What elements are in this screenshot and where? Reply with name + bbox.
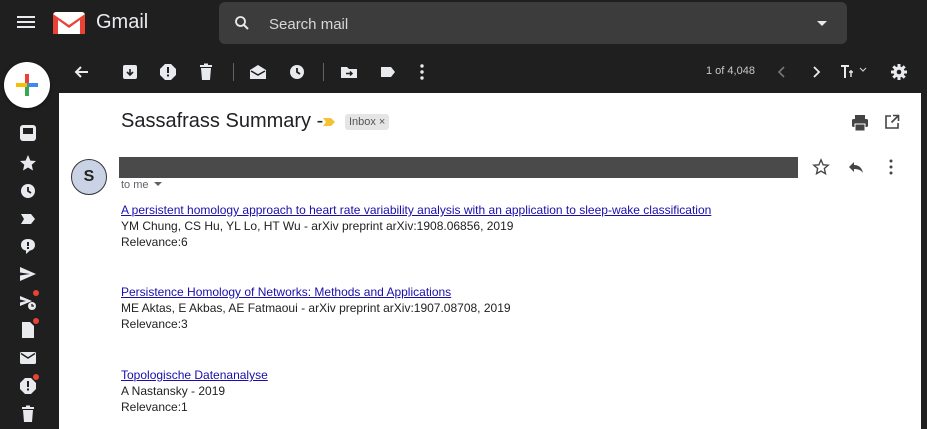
inbox-label-chip[interactable]: Inbox × xyxy=(345,114,390,130)
open-in-new-window-icon[interactable] xyxy=(884,114,900,130)
email-subject: Sassafrass Summary - xyxy=(121,110,324,132)
sidebar-item-important[interactable] xyxy=(18,209,38,229)
brand-name[interactable]: Gmail xyxy=(96,11,148,34)
star-icon xyxy=(20,155,36,171)
delete-icon xyxy=(200,63,212,80)
next-icon xyxy=(813,66,821,78)
sidebar-item-drafts[interactable] xyxy=(18,318,39,340)
inbox-chip-label: Inbox xyxy=(349,116,376,128)
settings-button[interactable] xyxy=(889,62,909,82)
main-menu-icon[interactable] xyxy=(17,13,37,35)
sender-avatar[interactable]: S xyxy=(71,159,107,195)
older-button[interactable] xyxy=(806,62,826,82)
search-bar[interactable] xyxy=(219,2,847,44)
result-title-link[interactable]: A persistent homology approach to heart … xyxy=(121,202,711,218)
print-icon[interactable] xyxy=(851,114,869,132)
reply-icon[interactable] xyxy=(847,159,865,175)
back-arrow-icon xyxy=(74,66,88,78)
gmail-logo-icon[interactable] xyxy=(52,10,86,36)
archive-button[interactable] xyxy=(120,62,140,82)
pager-count: 1 of 4,048 xyxy=(706,65,755,77)
result-authors: A Nastansky - 2019 xyxy=(121,384,226,398)
importance-marker-icon[interactable] xyxy=(322,117,336,127)
recipient-details[interactable]: to me xyxy=(121,179,162,191)
result-relevance: Relevance:3 xyxy=(121,317,188,331)
search-options-dropdown-icon[interactable] xyxy=(817,21,827,26)
result-relevance: Relevance:1 xyxy=(121,400,188,414)
result-authors: YM Chung, CS Hu, YL Lo, HT Wu - arXiv pr… xyxy=(121,219,514,233)
input-tools-icon xyxy=(841,65,867,78)
notification-dot xyxy=(33,290,39,296)
sender-name-redacted xyxy=(119,157,798,178)
message-pane: Sassafrass Summary - Inbox × S to me A pe… xyxy=(59,93,921,429)
search-result: Topologische Datenanalyse A Nastansky - … xyxy=(121,367,268,415)
label-icon xyxy=(381,67,395,77)
result-title-link[interactable]: Topologische Datenanalyse xyxy=(121,367,268,383)
more-vert-icon xyxy=(420,64,424,80)
mail-icon xyxy=(20,352,36,364)
snooze-icon xyxy=(290,65,304,79)
compose-button[interactable] xyxy=(4,62,50,108)
sidebar-item-inbox[interactable] xyxy=(13,121,43,145)
toolbar-divider xyxy=(233,63,234,81)
search-result: Persistence Homology of Networks: Method… xyxy=(121,284,511,332)
to-line: to me xyxy=(121,179,149,191)
sidebar-item-snoozed[interactable] xyxy=(18,181,38,201)
sidebar-item-spam[interactable] xyxy=(18,374,39,396)
remove-label-icon[interactable]: × xyxy=(379,116,385,128)
archive-icon xyxy=(123,65,137,79)
settings-icon xyxy=(891,64,907,80)
sidebar-item-sent[interactable] xyxy=(18,264,38,284)
search-icon[interactable] xyxy=(233,14,251,32)
report-spam-icon xyxy=(160,64,176,80)
report-spam-button[interactable] xyxy=(158,62,178,82)
send-icon xyxy=(20,267,36,281)
chat-icon xyxy=(21,239,35,254)
labels-button[interactable] xyxy=(378,62,398,82)
mark-unread-button[interactable] xyxy=(248,62,268,82)
toolbar-divider xyxy=(323,63,324,81)
prev-icon xyxy=(777,66,785,78)
search-result: A persistent homology approach to heart … xyxy=(121,202,711,250)
notification-dot xyxy=(33,374,39,380)
move-to-button[interactable] xyxy=(339,62,359,82)
clock-icon xyxy=(21,184,35,198)
newer-button[interactable] xyxy=(772,62,792,82)
result-relevance: Relevance:6 xyxy=(121,235,188,249)
star-icon[interactable] xyxy=(812,158,830,176)
result-title-link[interactable]: Persistence Homology of Networks: Method… xyxy=(121,284,511,300)
top-bar: Gmail xyxy=(0,0,927,48)
chevron-down-icon[interactable] xyxy=(153,182,162,186)
sidebar-item-starred[interactable] xyxy=(18,153,38,173)
mark-unread-icon xyxy=(250,65,266,79)
compose-plus-icon xyxy=(16,74,38,96)
more-vert-icon[interactable] xyxy=(888,159,894,175)
notification-dot xyxy=(33,318,39,324)
sidebar-item-chats[interactable] xyxy=(18,236,38,256)
delete-button[interactable] xyxy=(196,62,216,82)
sidebar-item-trash[interactable] xyxy=(18,404,38,424)
input-tools-button[interactable] xyxy=(838,62,870,82)
result-authors: ME Aktas, E Akbas, AE Fatmaoui - arXiv p… xyxy=(121,301,511,315)
sidebar-item-scheduled[interactable] xyxy=(18,290,39,312)
inbox-icon xyxy=(20,125,36,141)
important-label-icon xyxy=(21,214,35,224)
snooze-button[interactable] xyxy=(287,62,307,82)
more-actions-button[interactable] xyxy=(412,62,432,82)
move-to-icon xyxy=(341,67,357,78)
back-button[interactable] xyxy=(72,62,92,82)
search-input[interactable] xyxy=(267,11,811,37)
sidebar-item-all-mail[interactable] xyxy=(18,348,38,368)
trash-icon xyxy=(22,405,34,422)
